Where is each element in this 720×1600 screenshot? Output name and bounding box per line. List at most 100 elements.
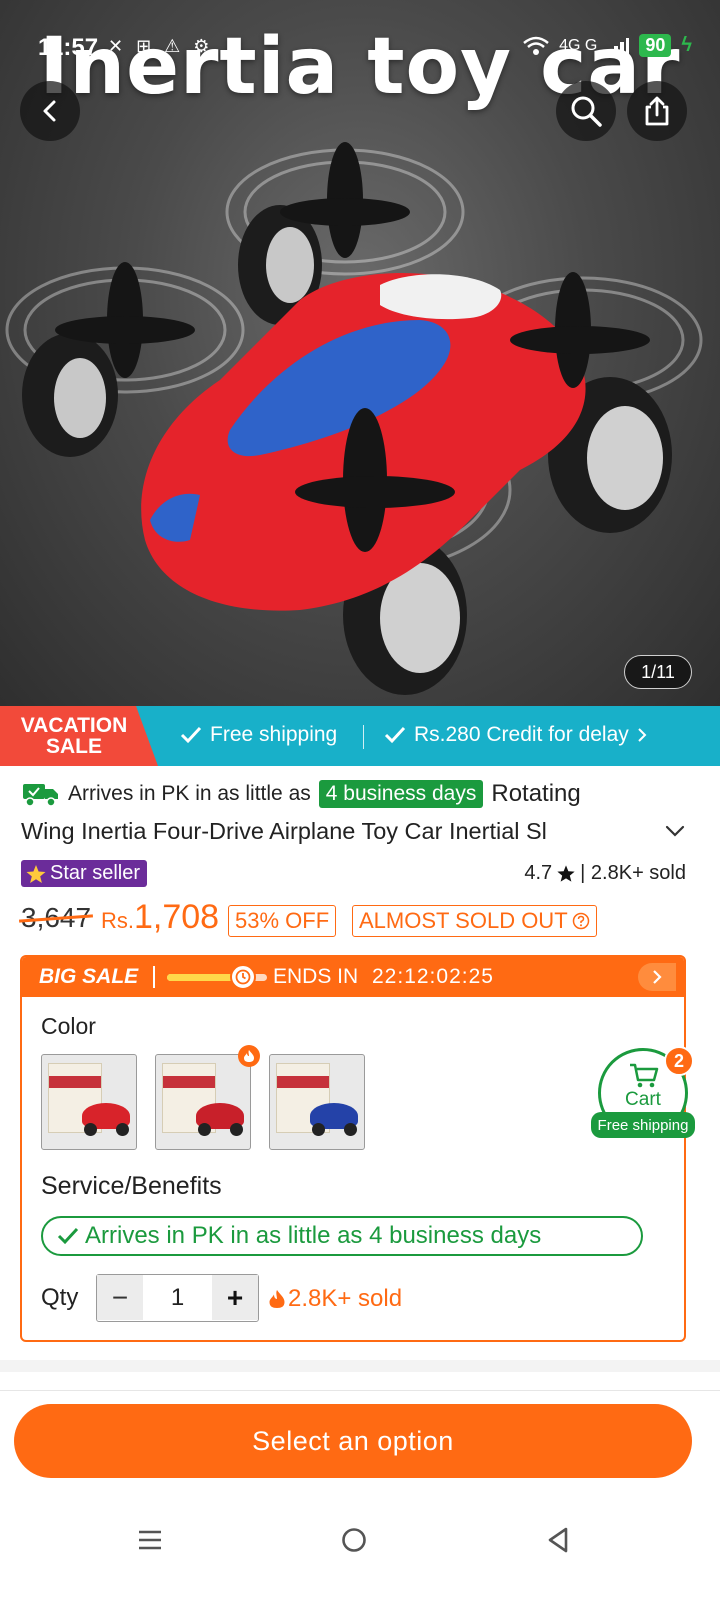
increment-button[interactable]: + [212,1275,258,1320]
sale-divider [153,966,155,988]
home-circle-icon [342,1528,366,1552]
hot-flame-icon [238,1045,260,1067]
price-amount: 1,708 [134,898,220,936]
share-icon [645,96,669,126]
search-button[interactable] [556,81,616,141]
service-benefits-label: Service/Benefits [41,1172,222,1200]
stock-status-badge[interactable]: ALMOST SOLD OUT [352,905,597,937]
price-currency: Rs. [101,908,134,933]
big-sale-header[interactable]: BIG SALE ENDS IN 22:12:02:25 [22,957,684,997]
arrival-days-badge: 4 business days [318,780,484,808]
free-shipping-text: Free shipping [210,723,338,746]
battery-level: 90 [639,34,672,57]
notification-icons: ✕ ⊞ ⚠ ⚙ [108,36,214,56]
discount-badge: 53% OFF [228,905,337,937]
quantity-value[interactable]: 1 [143,1275,212,1321]
check-icon [384,726,406,744]
product-title-start: Rotating [491,780,581,807]
wheel [344,1123,357,1136]
status-time: 11:57 [38,34,99,61]
wifi-icon [523,36,549,55]
back-button[interactable] [20,81,80,141]
service-benefit-text: Arrives in PK in as little as 4 business… [85,1222,542,1249]
quantity-stepper: − 1 + [96,1274,259,1322]
product-title-line2[interactable]: Wing Inertia Four-Drive Airplane Toy Car… [21,818,651,845]
flame-icon [269,1290,285,1308]
home-nav-button[interactable] [334,1520,374,1560]
color-label: Color [41,1013,96,1039]
chevron-right-icon [638,728,647,742]
sku-panel: BIG SALE ENDS IN 22:12:02:25 Color Servi… [20,955,686,1342]
check-icon [180,726,202,744]
menu-icon [139,1530,161,1550]
system-nav-bar [0,1500,720,1600]
promo-divider [363,725,364,749]
vacation-line1: VACATION [20,714,128,737]
qty-label: Qty [41,1284,79,1311]
sale-arrow-button[interactable] [638,963,676,991]
product-image[interactable]: Inertia toy car 11:57 ✕ ⊞ ⚠ ⚙ 4G G 90 ϟ [0,0,720,720]
wheel [198,1123,211,1136]
status-bar: 11:57 ✕ ⊞ ⚠ ⚙ 4G G 90 ϟ [0,0,720,64]
share-button[interactable] [627,81,687,141]
select-option-button[interactable]: Select an option [14,1404,692,1478]
cart-icon [630,1063,659,1088]
chevron-right-icon [653,970,662,984]
back-nav-button[interactable] [538,1520,578,1560]
delay-credit-text: Rs.280 Credit for delay [414,723,629,746]
chevron-down-icon[interactable] [664,820,686,842]
wheel [312,1123,325,1136]
star-seller-badge: Star seller [21,860,148,887]
original-price: 3,647 [21,902,92,933]
arrival-prefix: Arrives in PK in as little as [68,782,311,805]
promo-strip[interactable]: VACATION SALE Free shipping Rs.280 Credi… [0,706,720,766]
package-band [163,1076,215,1088]
big-sale-label: BIG SALE [39,965,139,988]
sold-count: | 2.8K+ sold [580,862,686,884]
qty-sold-text: 2.8K+ sold [288,1285,403,1312]
bottom-bar-border [0,1390,720,1391]
stock-status-text: ALMOST SOLD OUT [359,908,568,933]
package-band [49,1076,101,1088]
charging-icon: ϟ [681,34,692,56]
color-swatch-1[interactable] [41,1054,137,1150]
clock-icon [230,964,256,990]
decrement-button[interactable]: − [97,1275,143,1320]
sale-price: Rs. 1,708 [101,898,219,937]
ends-in-label: ENDS IN [273,965,359,988]
signal-icon [608,37,630,56]
vacation-sale-badge: VACATION SALE [0,706,158,766]
delivery-truck-icon [23,784,58,807]
network-label: 4G G [559,36,598,54]
cart-free-shipping-tag: Free shipping [591,1112,695,1138]
rating-summary[interactable]: 4.7 | 2.8K+ sold [524,862,686,885]
countdown-timer: 22:12:02:25 [372,965,494,988]
star-seller-label: Star seller [50,862,141,884]
delay-credit-benefit[interactable]: Rs.280 Credit for delay [384,723,647,747]
status-right: 4G G 90 ϟ [523,34,692,57]
cart-count-badge: 2 [664,1046,694,1076]
package-band [277,1076,329,1088]
free-shipping-benefit: Free shipping [180,723,337,747]
check-icon [57,1227,79,1245]
section-divider [0,1360,720,1372]
help-icon [572,912,589,930]
rating-value: 4.7 [524,862,553,884]
wheel [230,1123,243,1136]
wheel [84,1123,97,1136]
chevron-left-icon [43,100,56,122]
color-swatch-3[interactable] [269,1054,365,1150]
wheel [116,1123,129,1136]
vacation-line2: SALE [45,735,102,758]
service-benefit-pill[interactable]: Arrives in PK in as little as 4 business… [41,1216,643,1256]
menu-nav-button[interactable] [130,1520,170,1560]
color-swatch-2[interactable] [155,1054,251,1150]
rating-star-icon [557,865,575,882]
cart-label: Cart [625,1089,661,1110]
qty-sold-info: 2.8K+ sold [268,1285,402,1313]
search-icon [571,96,602,127]
product-title-line1: Arrives in PK in as little as 4 business… [22,780,662,808]
back-triangle-icon [548,1527,568,1553]
star-icon [26,864,46,883]
image-counter: 1/11 [624,655,692,689]
